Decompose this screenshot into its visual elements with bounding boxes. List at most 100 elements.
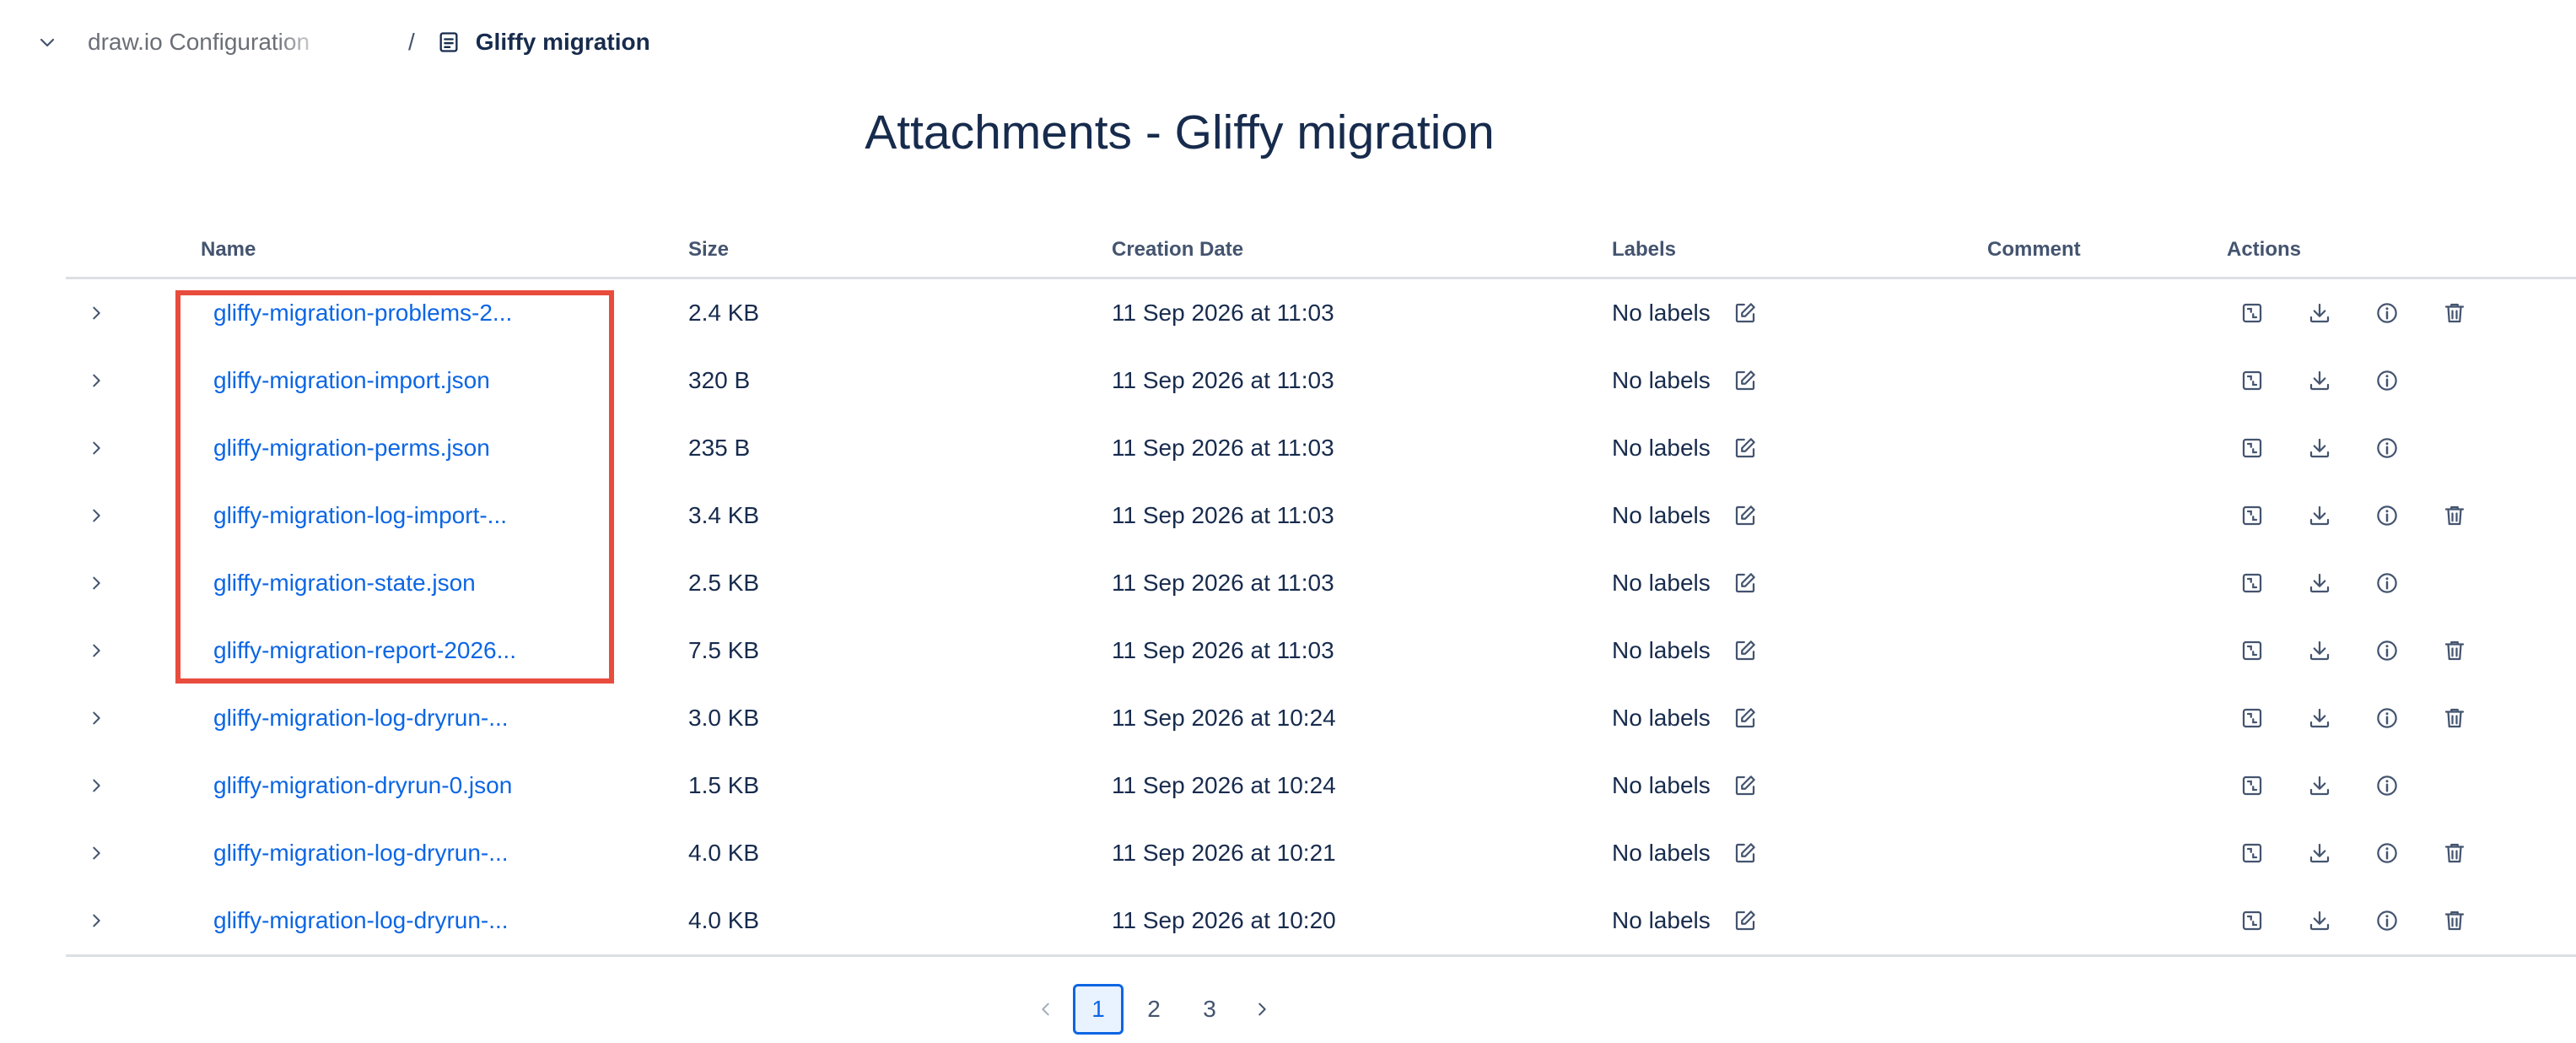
- column-header-name[interactable]: Name: [201, 238, 256, 262]
- edit-icon[interactable]: [1733, 500, 1763, 531]
- download-button[interactable]: [2304, 298, 2335, 328]
- trash-icon[interactable]: [2442, 503, 2467, 528]
- column-header-size[interactable]: Size: [688, 238, 729, 262]
- trash-icon[interactable]: [2442, 840, 2467, 866]
- preview-icon[interactable]: [2239, 908, 2265, 933]
- delete-button[interactable]: [2439, 703, 2470, 733]
- info-icon[interactable]: [2374, 908, 2400, 933]
- attachment-name-link[interactable]: gliffy-migration-log-dryrun-...: [213, 705, 509, 732]
- info-icon[interactable]: [2374, 435, 2400, 461]
- download-icon[interactable]: [2307, 908, 2332, 933]
- attachment-name-link[interactable]: gliffy-migration-dryrun-0.json: [213, 772, 512, 799]
- preview-icon[interactable]: [2239, 503, 2265, 528]
- preview-button[interactable]: [2237, 703, 2267, 733]
- download-icon[interactable]: [2307, 638, 2332, 663]
- preview-icon[interactable]: [2239, 773, 2265, 798]
- download-button[interactable]: [2304, 568, 2335, 598]
- preview-icon[interactable]: [2239, 368, 2265, 393]
- edit-icon[interactable]: [1733, 568, 1763, 598]
- chevron-right-icon[interactable]: [87, 709, 105, 727]
- edit-icon[interactable]: [1733, 635, 1763, 666]
- row-expand-button[interactable]: [81, 414, 111, 482]
- edit-icon[interactable]: [1733, 905, 1763, 936]
- preview-icon[interactable]: [2239, 300, 2265, 326]
- trash-icon[interactable]: [2442, 908, 2467, 933]
- download-button[interactable]: [2304, 433, 2335, 463]
- delete-button[interactable]: [2439, 298, 2470, 328]
- info-button[interactable]: [2372, 905, 2402, 936]
- edit-icon[interactable]: [1733, 770, 1763, 801]
- info-icon[interactable]: [2374, 773, 2400, 798]
- delete-button[interactable]: [2439, 905, 2470, 936]
- preview-icon[interactable]: [2239, 705, 2265, 731]
- pagination-page-3[interactable]: 3: [1184, 984, 1235, 1035]
- chevron-right-icon[interactable]: [87, 506, 105, 525]
- chevron-right-icon[interactable]: [87, 371, 105, 390]
- info-button[interactable]: [2372, 703, 2402, 733]
- info-button[interactable]: [2372, 770, 2402, 801]
- info-icon[interactable]: [2374, 503, 2400, 528]
- preview-button[interactable]: [2237, 298, 2267, 328]
- info-button[interactable]: [2372, 838, 2402, 868]
- delete-button[interactable]: [2439, 838, 2470, 868]
- chevron-right-icon[interactable]: [87, 304, 105, 322]
- row-expand-button[interactable]: [81, 482, 111, 549]
- preview-button[interactable]: [2237, 770, 2267, 801]
- preview-button[interactable]: [2237, 905, 2267, 936]
- download-icon[interactable]: [2307, 503, 2332, 528]
- info-button[interactable]: [2372, 298, 2402, 328]
- row-expand-button[interactable]: [81, 752, 111, 819]
- attachment-name-link[interactable]: gliffy-migration-perms.json: [213, 435, 490, 462]
- row-expand-button[interactable]: [81, 684, 111, 752]
- preview-icon[interactable]: [2239, 840, 2265, 866]
- edit-icon[interactable]: [1733, 298, 1763, 328]
- attachment-name-link[interactable]: gliffy-migration-problems-2...: [213, 300, 512, 327]
- preview-button[interactable]: [2237, 635, 2267, 666]
- delete-button[interactable]: [2439, 500, 2470, 531]
- chevron-right-icon[interactable]: [87, 776, 105, 795]
- chevron-right-icon[interactable]: [87, 844, 105, 862]
- preview-button[interactable]: [2237, 433, 2267, 463]
- info-icon[interactable]: [2374, 840, 2400, 866]
- info-button[interactable]: [2372, 568, 2402, 598]
- download-button[interactable]: [2304, 365, 2335, 396]
- download-button[interactable]: [2304, 635, 2335, 666]
- attachment-name-link[interactable]: gliffy-migration-report-2026...: [213, 637, 516, 664]
- info-icon[interactable]: [2374, 300, 2400, 326]
- attachment-name-link[interactable]: gliffy-migration-state.json: [213, 570, 476, 597]
- attachment-name-link[interactable]: gliffy-migration-import.json: [213, 367, 490, 394]
- download-icon[interactable]: [2307, 300, 2332, 326]
- download-icon[interactable]: [2307, 840, 2332, 866]
- attachment-name-link[interactable]: gliffy-migration-log-dryrun-...: [213, 907, 509, 934]
- preview-icon[interactable]: [2239, 638, 2265, 663]
- info-icon[interactable]: [2374, 368, 2400, 393]
- row-expand-button[interactable]: [81, 279, 111, 347]
- download-icon[interactable]: [2307, 435, 2332, 461]
- edit-icon[interactable]: [1733, 365, 1763, 396]
- pagination-page-1[interactable]: 1: [1073, 984, 1124, 1035]
- download-button[interactable]: [2304, 770, 2335, 801]
- delete-button[interactable]: [2439, 635, 2470, 666]
- preview-icon[interactable]: [2239, 435, 2265, 461]
- row-expand-button[interactable]: [81, 347, 111, 414]
- info-icon[interactable]: [2374, 638, 2400, 663]
- edit-icon[interactable]: [1733, 838, 1763, 868]
- pagination-prev-button[interactable]: [1024, 984, 1068, 1035]
- trash-icon[interactable]: [2442, 705, 2467, 731]
- info-icon[interactable]: [2374, 705, 2400, 731]
- trash-icon[interactable]: [2442, 300, 2467, 326]
- chevron-down-icon[interactable]: [32, 27, 62, 57]
- row-expand-button[interactable]: [81, 819, 111, 887]
- edit-icon[interactable]: [1733, 433, 1763, 463]
- info-button[interactable]: [2372, 635, 2402, 666]
- row-expand-button[interactable]: [81, 617, 111, 684]
- info-button[interactable]: [2372, 500, 2402, 531]
- download-button[interactable]: [2304, 838, 2335, 868]
- preview-button[interactable]: [2237, 838, 2267, 868]
- preview-button[interactable]: [2237, 568, 2267, 598]
- attachment-name-link[interactable]: gliffy-migration-log-dryrun-...: [213, 840, 509, 867]
- attachment-name-link[interactable]: gliffy-migration-log-import-...: [213, 502, 507, 529]
- download-icon[interactable]: [2307, 570, 2332, 596]
- preview-button[interactable]: [2237, 365, 2267, 396]
- info-button[interactable]: [2372, 433, 2402, 463]
